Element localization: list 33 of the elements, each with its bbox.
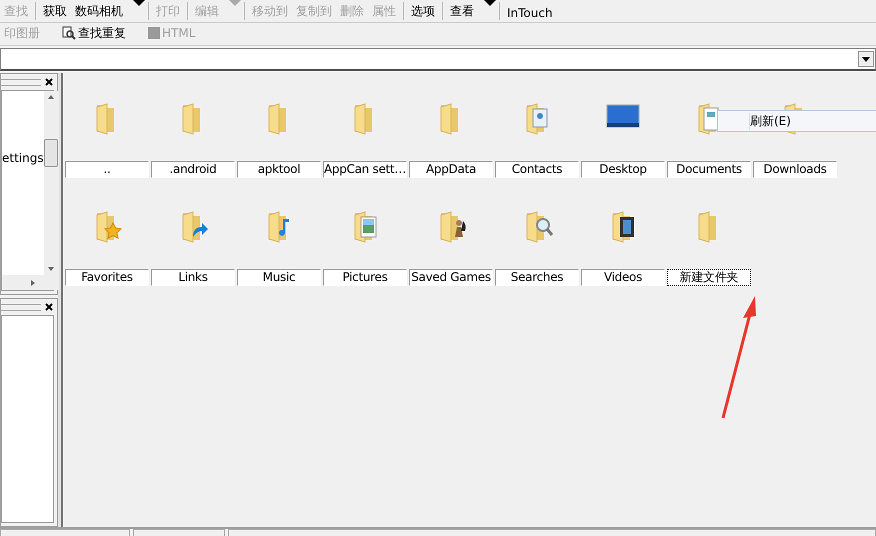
folder-name[interactable]: AppData <box>409 161 493 178</box>
folder-name[interactable]: AppCan sett… <box>323 161 407 178</box>
find-duplicates-icon <box>62 26 76 40</box>
toolbar-button[interactable]: 选项 <box>407 3 439 22</box>
folder-name[interactable]: Music <box>237 269 321 286</box>
vertical-scrollbar[interactable] <box>44 91 59 275</box>
horizontal-scrollbar[interactable] <box>2 275 59 290</box>
toolbar-button[interactable]: InTouch <box>503 6 557 22</box>
close-icon[interactable] <box>44 303 54 311</box>
folder-name[interactable]: Documents <box>667 161 751 178</box>
folder-name[interactable]: .. <box>65 161 149 178</box>
folder-name[interactable]: Saved Games <box>409 269 493 286</box>
folder-name[interactable]: Links <box>151 269 235 286</box>
square-icon <box>148 27 160 39</box>
folder-name[interactable]: Desktop <box>581 161 665 178</box>
folder-name[interactable]: .android <box>151 161 235 178</box>
toolbar-button[interactable]: 查找重复 <box>58 24 130 44</box>
folder-name[interactable]: Videos <box>581 269 665 286</box>
menu-item[interactable]: 刷新(E) <box>749 112 791 130</box>
folder-name[interactable]: Searches <box>495 269 579 286</box>
close-icon[interactable] <box>44 78 54 86</box>
toolbar-button[interactable]: 查看 <box>446 3 478 22</box>
folder-name[interactable]: Contacts <box>495 161 579 178</box>
dropdown-icon[interactable] <box>858 51 874 67</box>
address-field[interactable] <box>0 48 876 71</box>
toolbar-button[interactable]: 数码相机 <box>71 3 127 22</box>
folder-name[interactable]: Pictures <box>323 269 407 286</box>
folder-name[interactable]: Favorites <box>65 269 149 286</box>
tree-item[interactable]: ettings <box>2 151 44 275</box>
folder-name[interactable]: Downloads <box>753 161 837 178</box>
folder-name[interactable]: apktool <box>237 161 321 178</box>
toolbar-button[interactable]: 获取 <box>39 3 71 22</box>
folder-name[interactable]: 新建文件夹 <box>667 269 751 286</box>
